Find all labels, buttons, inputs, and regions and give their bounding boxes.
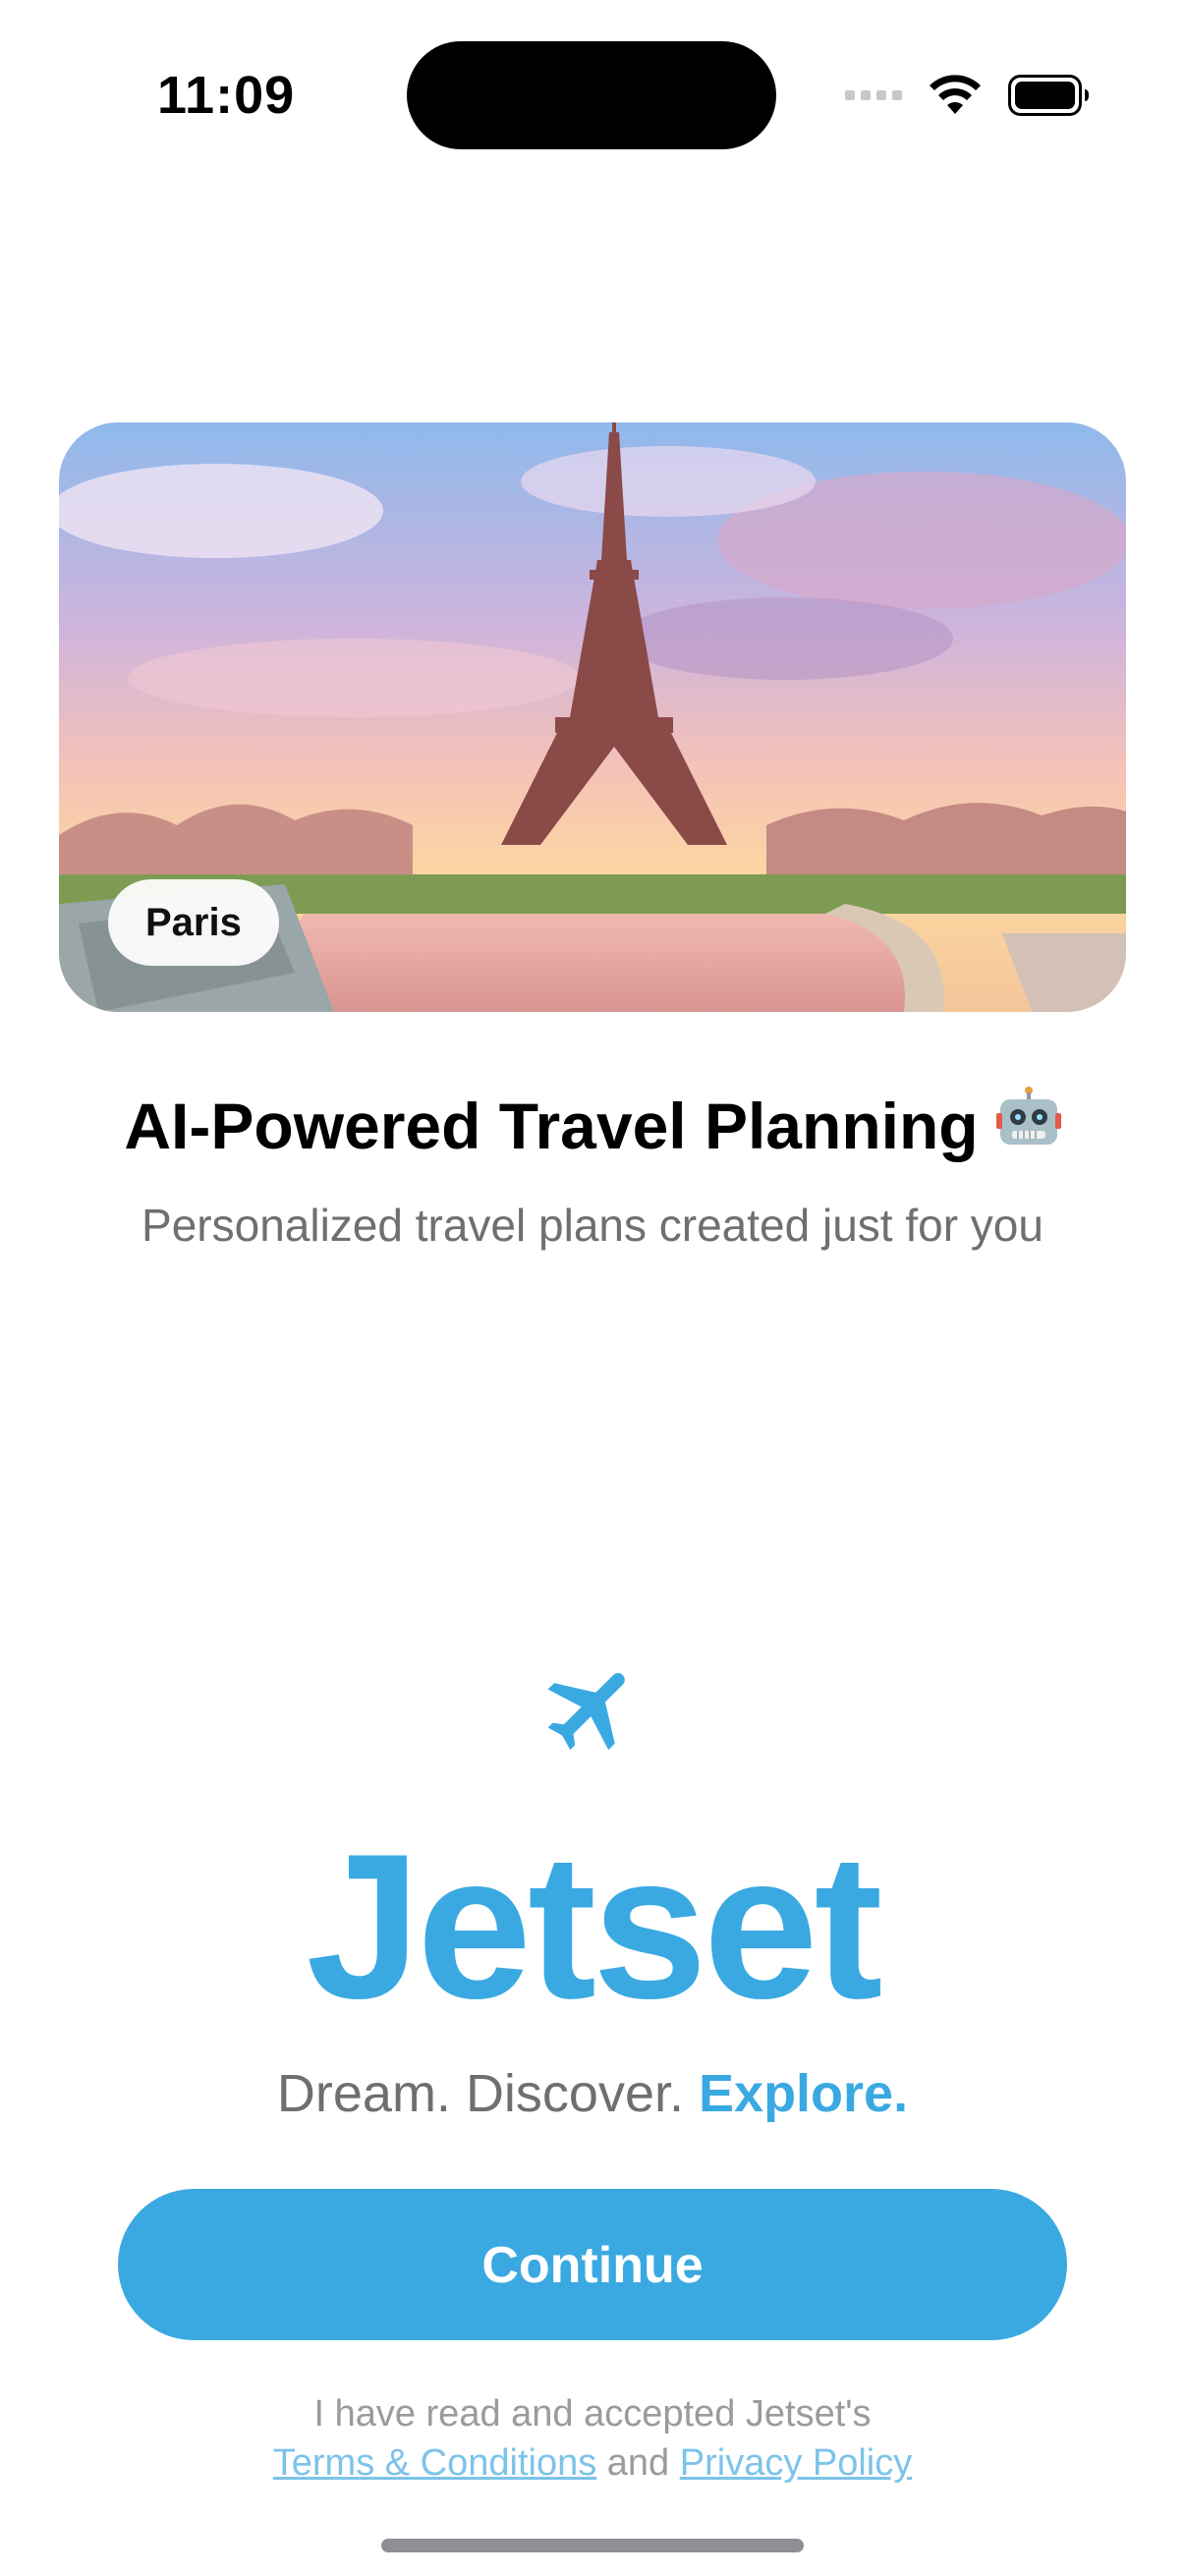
tagline: Dream. Discover. Explore. <box>0 2063 1185 2124</box>
battery-icon <box>1008 75 1089 116</box>
city-label: Paris <box>108 879 279 966</box>
status-icons <box>845 71 1091 120</box>
dynamic-island <box>407 41 776 149</box>
continue-button[interactable]: Continue <box>118 2189 1067 2340</box>
cellular-signal-icon <box>845 90 902 100</box>
hero-image-card: Paris <box>59 422 1126 1012</box>
airplane-icon <box>547 1672 625 1751</box>
legal-and-text: and <box>606 2442 670 2484</box>
wifi-icon <box>930 75 981 114</box>
legal-links: Terms & Conditions and Privacy Policy <box>0 2442 1185 2485</box>
page-subtitle: Personalized travel plans created just f… <box>141 1200 1044 1251</box>
home-indicator[interactable] <box>381 2539 804 2552</box>
brand-name: Jetset <box>306 1811 882 2042</box>
terms-link[interactable]: Terms & Conditions <box>273 2442 596 2484</box>
page-title: AI-Powered Travel Planning <box>0 1086 1185 1171</box>
tagline-accent: Explore. <box>699 2064 909 2123</box>
privacy-link[interactable]: Privacy Policy <box>680 2442 913 2484</box>
title-text: AI-Powered Travel Planning <box>124 1090 979 1162</box>
legal-text: I have read and accepted Jetset's <box>313 2393 872 2435</box>
tagline-text: Dream. Discover. <box>276 2064 700 2123</box>
status-time: 11:09 <box>157 66 296 125</box>
robot-icon <box>995 1086 1061 1165</box>
